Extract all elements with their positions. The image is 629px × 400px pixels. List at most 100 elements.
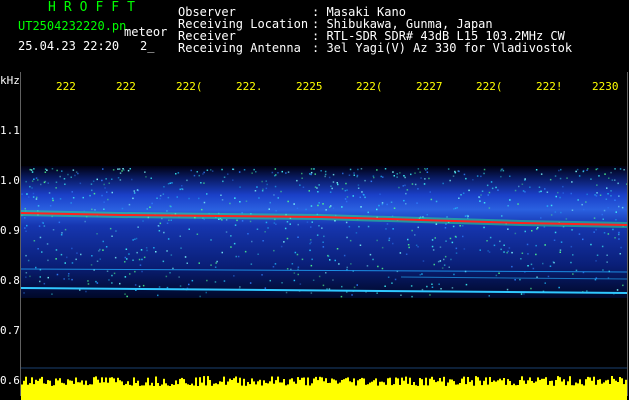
speckle-dot — [417, 168, 420, 170]
speckle-dot — [503, 251, 505, 253]
speckle-dot — [296, 253, 299, 256]
level-bar — [325, 378, 327, 400]
speckle-dot — [312, 279, 315, 281]
speckle-dot — [593, 231, 595, 233]
level-bar — [563, 379, 565, 400]
level-bar — [193, 385, 195, 400]
speckle-dot — [111, 178, 113, 180]
speckle-dot — [201, 208, 203, 211]
level-bar — [585, 379, 587, 400]
speckle-dot — [117, 177, 120, 179]
speckle-dot — [334, 259, 336, 262]
speckle-dot — [285, 172, 287, 174]
speckle-dot — [549, 178, 552, 181]
speckle-dot — [538, 186, 541, 188]
level-bar — [51, 385, 53, 400]
speckle-dot — [111, 235, 113, 237]
speckle-dot — [77, 172, 79, 175]
level-bar — [225, 384, 227, 400]
level-bar — [599, 379, 601, 400]
speckle-dot — [82, 196, 84, 199]
level-bar — [85, 380, 87, 400]
speckle-dot — [103, 183, 105, 186]
speckle-dot — [32, 192, 35, 195]
speckle-dot — [324, 173, 327, 176]
speckle-dot — [346, 236, 348, 239]
speckle-dot — [205, 291, 207, 294]
level-bar — [511, 385, 513, 400]
y-label-0-6: 0.6 — [0, 374, 20, 387]
speckle-dot — [291, 263, 294, 265]
level-bar — [423, 385, 425, 400]
level-bar — [29, 383, 31, 400]
speckle-dot — [68, 278, 70, 280]
level-bar — [461, 378, 463, 400]
level-bar — [237, 382, 239, 400]
speckle-dot — [542, 262, 544, 265]
speckle-dot — [25, 254, 27, 257]
speckle-dot — [166, 250, 168, 252]
speckle-dot — [280, 190, 282, 193]
speckle-dot — [203, 171, 205, 174]
speckle-dot — [376, 208, 378, 211]
level-bar — [467, 377, 469, 400]
speckle-dot — [51, 293, 53, 295]
speckle-dot — [481, 190, 484, 192]
speckle-dot — [507, 250, 509, 253]
speckle-dot — [171, 182, 173, 184]
speckle-dot — [111, 274, 113, 277]
level-bar — [387, 378, 389, 400]
level-bar — [97, 379, 99, 400]
speckle-dot — [439, 260, 442, 262]
speckle-dot — [179, 285, 182, 287]
level-bar — [617, 382, 619, 400]
speckle-dot — [623, 169, 625, 171]
speckle-dot — [554, 211, 557, 213]
speckle-dot — [411, 295, 413, 298]
speckle-dot — [210, 264, 212, 266]
level-bar — [447, 382, 449, 400]
level-bar — [173, 384, 175, 400]
speckle-dot — [75, 258, 77, 261]
speckle-dot — [267, 227, 269, 229]
speckle-dot — [71, 278, 73, 281]
speckle-dot — [210, 169, 212, 171]
speckle-dot — [356, 175, 358, 178]
speckle-dot — [124, 276, 127, 278]
speckle-dot — [353, 174, 355, 176]
level-bar — [61, 382, 63, 400]
speckle-dot — [163, 186, 165, 188]
speckle-dot — [483, 168, 486, 171]
level-bar — [175, 380, 177, 400]
speckle-dot — [102, 168, 104, 170]
level-bar — [421, 379, 423, 400]
speckle-dot — [96, 282, 99, 284]
level-bar — [153, 386, 155, 400]
speckle-dot — [42, 222, 44, 224]
speckle-dot — [379, 193, 381, 195]
speckle-dot — [105, 178, 107, 180]
speckle-dot — [393, 175, 395, 177]
speckle-dot — [393, 207, 396, 209]
level-bar — [351, 382, 353, 400]
speckle-dot — [72, 169, 75, 171]
speckle-dot — [188, 228, 190, 230]
speckle-dot — [243, 169, 246, 171]
level-bar — [313, 378, 315, 400]
speckle-dot — [28, 196, 30, 198]
speckle-dot — [619, 168, 622, 170]
level-bar — [249, 384, 251, 400]
speckle-dot — [602, 218, 604, 220]
speckle-dot — [359, 196, 361, 199]
speckle-dot — [134, 238, 136, 240]
speckle-dot — [607, 207, 609, 209]
speckle-dot — [229, 202, 231, 205]
speckle-dot — [608, 177, 610, 179]
speckle-dot — [617, 182, 619, 185]
speckle-dot — [443, 264, 446, 266]
speckle-dot — [601, 245, 604, 248]
speckle-dot — [560, 211, 562, 214]
speckle-dot — [63, 178, 66, 180]
speckle-dot — [297, 273, 299, 276]
speckle-dot — [421, 273, 423, 275]
